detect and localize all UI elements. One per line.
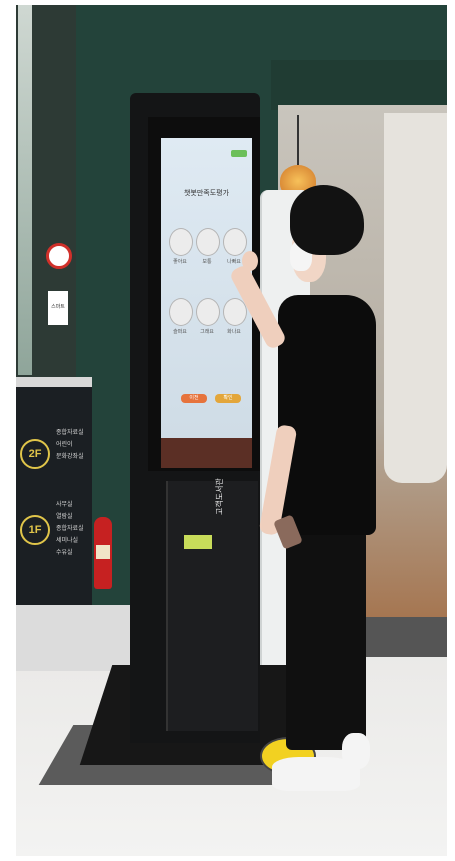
floor-lines: 종합자료실 어린이 문화강좌실 [56,427,84,463]
frowning-face-icon[interactable] [223,228,247,256]
floor-line: 사무실 [56,502,73,508]
door-frame [271,60,447,110]
confirm-button[interactable]: 확인 [215,394,241,403]
floor-lines: 사무실 열람실 종합자료실 세미나실 수유실 [56,499,84,559]
floor-badge: 1F [20,515,50,545]
face-label: 슬퍼요 [173,329,187,335]
kiosk-logo-icon [184,535,212,549]
floor-line: 종합자료실 [56,430,84,436]
lamp-cord [297,115,299,165]
smiling-face-icon[interactable] [169,228,193,256]
screen-title: 챗봇만족도평가 [183,190,230,197]
calm-face-icon[interactable] [196,298,220,326]
person-shoe [272,757,360,791]
floor-dark-tile [366,617,447,657]
kiosk-logo-text: 고객도서관 [215,478,224,515]
floor-line: 문화강좌실 [56,454,84,460]
panel-base [16,605,134,671]
extinguisher-label [96,545,110,559]
face-label: 화나요 [227,329,241,335]
person-torso [278,295,376,535]
screen-bottom-bar [161,438,252,468]
small-sign-text: 스마트 [51,304,65,310]
person-legs [286,530,366,750]
floor-line: 수유실 [56,550,73,556]
sad-face-icon[interactable] [169,298,193,326]
kiosk-photo: 스마트 2F 종합자료실 어린이 문화강좌실 1F 사무실 열람실 종합자료실 … [16,5,447,856]
left-window [18,5,32,375]
floor-badge: 2F [20,439,50,469]
small-wall-sign: 스마트 [48,291,68,325]
floor-line: 어린이 [56,442,73,448]
face-label: 좋아요 [173,259,187,265]
floor-line: 열람실 [56,514,73,520]
face-label: 보통 [202,259,212,265]
face-label: 그래요 [200,329,214,335]
floor-line: 종합자료실 [56,526,84,532]
screen-status-icon [231,150,247,157]
person-hand [242,251,258,271]
white-pillar [384,113,447,483]
floor-line: 세미나실 [56,538,79,544]
kiosk-lower-panel [166,481,258,731]
neutral-face-icon[interactable] [196,228,220,256]
no-smoking-sign-icon [46,243,72,269]
back-button[interactable]: 이전 [181,394,207,403]
